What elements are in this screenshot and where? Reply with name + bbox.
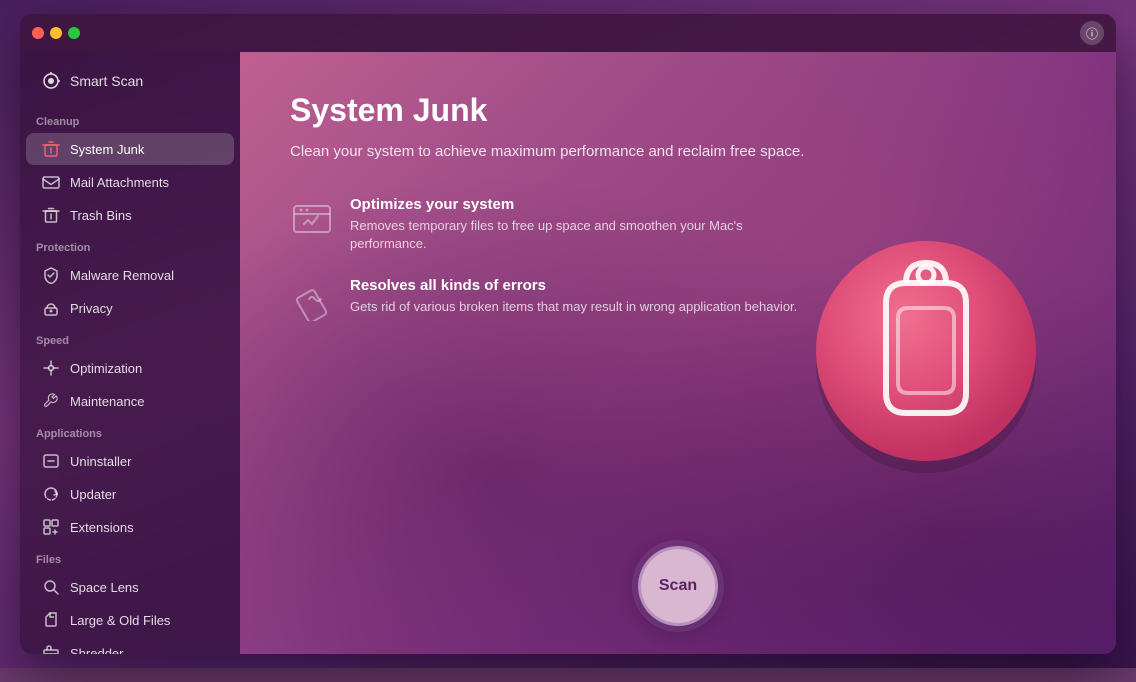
uninstaller-label: Uninstaller (70, 454, 131, 469)
optimization-icon (42, 359, 60, 377)
shredder-icon (42, 644, 60, 654)
maintenance-label: Maintenance (70, 394, 144, 409)
feature-description-text: Clean your system to achieve maximum per… (290, 143, 804, 160)
scan-button[interactable]: Scan (638, 546, 718, 626)
large-files-icon (42, 611, 60, 629)
minimize-button[interactable] (50, 27, 62, 39)
sidebar-item-extensions[interactable]: Extensions (26, 511, 234, 543)
optimization-label: Optimization (70, 361, 142, 376)
system-junk-icon (42, 140, 60, 158)
feature-text-errors: Resolves all kinds of errors Gets rid of… (350, 277, 797, 316)
updater-icon (42, 485, 60, 503)
title-bar: ⓘ (20, 14, 1116, 52)
sidebar-item-trash-bins[interactable]: Trash Bins (26, 199, 234, 231)
sidebar-item-optimization[interactable]: Optimization (26, 352, 234, 384)
privacy-icon (42, 299, 60, 317)
errors-detail: Gets rid of various broken items that ma… (350, 298, 797, 316)
section-label-files: Files (20, 544, 240, 570)
feature-item-optimize: Optimizes your system Removes temporary … (290, 196, 810, 253)
section-label-speed: Speed (20, 325, 240, 351)
sidebar-item-mail-attachments[interactable]: Mail Attachments (26, 166, 234, 198)
feature-item-errors: Resolves all kinds of errors Gets rid of… (290, 277, 810, 321)
sidebar-item-updater[interactable]: Updater (26, 478, 234, 510)
optimize-heading: Optimizes your system (350, 196, 810, 213)
mail-attachments-label: Mail Attachments (70, 175, 169, 190)
main-panel: System Junk Clean your system to achieve… (240, 52, 1116, 654)
maximize-button[interactable] (68, 27, 80, 39)
scan-button-label: Scan (659, 577, 697, 595)
large-old-files-label: Large & Old Files (70, 613, 170, 628)
uninstaller-icon (42, 452, 60, 470)
extensions-label: Extensions (70, 520, 134, 535)
updater-label: Updater (70, 487, 116, 502)
scan-button-wrap: Scan (638, 546, 718, 626)
content-area: System Junk Clean your system to achieve… (290, 92, 810, 345)
sidebar: Smart Scan Cleanup System Junk (20, 52, 240, 654)
section-label-applications: Applications (20, 418, 240, 444)
mail-icon (42, 173, 60, 191)
smart-scan-icon (42, 72, 60, 90)
sidebar-item-smart-scan[interactable]: Smart Scan (26, 62, 234, 100)
malware-removal-label: Malware Removal (70, 268, 174, 283)
sidebar-item-privacy[interactable]: Privacy (26, 292, 234, 324)
feature-title: System Junk (290, 92, 810, 129)
sidebar-item-space-lens[interactable]: Space Lens (26, 571, 234, 603)
privacy-label: Privacy (70, 301, 113, 316)
close-button[interactable] (32, 27, 44, 39)
system-junk-label: System Junk (70, 142, 144, 157)
app-window: ⓘ Smart Scan Cleanup (20, 14, 1116, 654)
errors-heading: Resolves all kinds of errors (350, 277, 797, 294)
section-label-cleanup: Cleanup (20, 106, 240, 132)
maintenance-icon (42, 392, 60, 410)
optimize-icon-wrap (290, 196, 334, 240)
sidebar-item-uninstaller[interactable]: Uninstaller (26, 445, 234, 477)
info-icon: ⓘ (1086, 25, 1098, 42)
sidebar-item-maintenance[interactable]: Maintenance (26, 385, 234, 417)
sidebar-item-large-old-files[interactable]: Large & Old Files (26, 604, 234, 636)
sidebar-item-shredder[interactable]: Shredder (26, 637, 234, 654)
feature-description: Clean your system to achieve maximum per… (290, 141, 810, 164)
feature-text-optimize: Optimizes your system Removes temporary … (350, 196, 810, 253)
malware-icon (42, 266, 60, 284)
space-lens-icon (42, 578, 60, 596)
trash-icon (42, 206, 60, 224)
traffic-lights (32, 27, 80, 39)
hero-icon (796, 223, 1056, 483)
info-button[interactable]: ⓘ (1080, 21, 1104, 45)
section-label-protection: Protection (20, 232, 240, 258)
sidebar-item-system-junk[interactable]: System Junk (26, 133, 234, 165)
errors-icon-wrap (290, 277, 334, 321)
sidebar-item-malware-removal[interactable]: Malware Removal (26, 259, 234, 291)
smart-scan-label: Smart Scan (70, 73, 143, 89)
space-lens-label: Space Lens (70, 580, 139, 595)
main-content: Smart Scan Cleanup System Junk (20, 52, 1116, 654)
trash-bins-label: Trash Bins (70, 208, 132, 223)
optimize-detail: Removes temporary files to free up space… (350, 217, 810, 253)
shredder-label: Shredder (70, 646, 123, 655)
extensions-icon (42, 518, 60, 536)
